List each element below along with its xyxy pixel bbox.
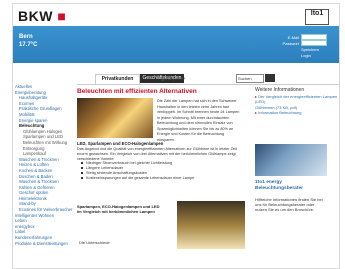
hero-text: Die Zahl der Lampen hat sich in den Schw… bbox=[157, 99, 240, 142]
tab-bar: Privatkunden Geschäftskunden bbox=[77, 74, 339, 85]
right-panel: Weitere Informationen ▸ Der Vergleich de… bbox=[255, 87, 339, 116]
sidebar-nav: Aktuelles Energieberatung Haushaltgeräte Ec… bbox=[13, 84, 77, 246]
page-title: Beleuchten mit effizienten Alternativen bbox=[77, 88, 197, 95]
sidebar-item[interactable]: Ecosines für Vielverbraucher bbox=[13, 207, 77, 213]
logo-text: BKW bbox=[18, 8, 53, 24]
list-item: Kosteneinsparungen auf die gesamte Leben… bbox=[81, 176, 194, 182]
sidebar-item[interactable]: Produkte & Dienstleistungen bbox=[13, 241, 77, 247]
password-label: Passwort bbox=[282, 40, 299, 46]
promo-image[interactable] bbox=[255, 144, 327, 176]
link-item[interactable]: ▸ Information Beleuchtung bbox=[255, 110, 339, 116]
logo-mark: ■ bbox=[57, 8, 67, 24]
city-name: Bern bbox=[19, 34, 33, 40]
page: BKW ■ Ito1 Bern 17.7°C E-Mail Passwort S… bbox=[12, 3, 340, 269]
ito1-badge[interactable]: Ito1 bbox=[305, 9, 329, 25]
weather-widget: Bern 17.7°C bbox=[19, 33, 37, 49]
promo-title[interactable]: 1to1 energy Beleuchtungsberater bbox=[255, 180, 327, 192]
comparison-caption: Sparlampen, ECO-Halogenlampen und LED im… bbox=[77, 204, 160, 214]
remember-checkbox[interactable]: Speichern bbox=[301, 47, 319, 52]
tab-private[interactable]: Privatkunden bbox=[95, 74, 140, 84]
temperature: 17.7°C bbox=[19, 42, 38, 48]
section-heading: LED, Sparlampen und ECO-Halogenlampen bbox=[77, 141, 164, 146]
login-button[interactable]: Login bbox=[301, 53, 311, 58]
top-bar: BKW ■ Ito1 bbox=[13, 4, 339, 26]
promo-text: Hilfreiche Informationen finden Sie bei … bbox=[255, 197, 323, 212]
bkw-logo[interactable]: BKW ■ bbox=[18, 8, 66, 24]
lamp-photo bbox=[177, 201, 245, 249]
search-button[interactable] bbox=[265, 74, 275, 82]
bottom-heading: Die Unterschiede bbox=[79, 240, 110, 245]
section-text: Das Angebot und die Qualität von energie… bbox=[77, 147, 237, 161]
login-form: E-Mail Passwort Speichern Login bbox=[281, 34, 327, 58]
hero-image bbox=[77, 98, 153, 138]
email-label: E-Mail bbox=[287, 34, 299, 40]
search-input[interactable]: Suchen bbox=[236, 74, 264, 83]
page-tools[interactable]: ⎙ | ✉ | A- A+ bbox=[161, 76, 186, 81]
password-field[interactable] bbox=[301, 40, 327, 46]
link-item[interactable]: ▸ Der Vergleich der energieeffizienten L… bbox=[255, 94, 339, 105]
